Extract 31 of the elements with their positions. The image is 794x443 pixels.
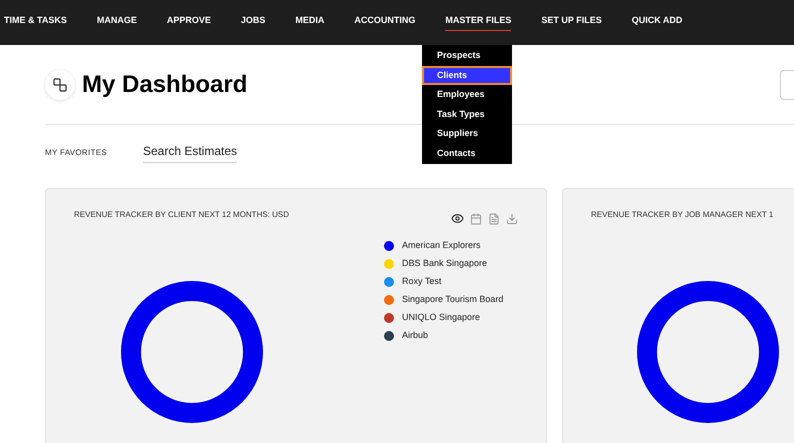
menu-item[interactable]: Clients xyxy=(422,66,512,85)
nav-item[interactable]: MANAGE xyxy=(96,14,137,31)
eye-icon[interactable] xyxy=(451,212,464,225)
menu-item[interactable]: Employees xyxy=(422,85,512,104)
legend-label: Airbub xyxy=(402,329,428,342)
legend-label: Roxy Test xyxy=(402,275,442,288)
menu-item[interactable]: Contacts xyxy=(422,144,512,163)
legend-label: UNIQLO Singapore xyxy=(402,311,480,324)
nav-item[interactable]: SET UP FILES xyxy=(541,14,602,31)
legend-label: American Explorers xyxy=(402,239,481,252)
favorites-label: MY FAVORITES xyxy=(45,146,107,158)
nav-item[interactable]: JOBS xyxy=(240,14,266,31)
document-icon[interactable] xyxy=(488,212,500,224)
download-icon[interactable] xyxy=(506,212,518,224)
chart-title: REVENUE TRACKER BY CLIENT NEXT 12 MONTHS: USD xyxy=(74,209,290,221)
nav-item[interactable]: MASTER FILES xyxy=(445,14,512,31)
favorite-link[interactable]: Search Estimates xyxy=(142,142,238,163)
menu-item[interactable]: Suppliers xyxy=(422,124,512,144)
dashboard-icon[interactable] xyxy=(45,70,75,100)
legend-label: DBS Bank Singapore xyxy=(402,257,488,270)
chart-title: REVENUE TRACKER BY JOB MANAGER NEXT 1 xyxy=(591,209,774,221)
nav-item[interactable]: APPROVE xyxy=(166,14,211,31)
nav-item[interactable]: ACCOUNTING xyxy=(354,14,416,31)
page-title: My Dashboard xyxy=(82,70,248,100)
menu-item[interactable]: Prospects xyxy=(422,46,512,66)
legend-label: Singapore Tourism Board xyxy=(402,293,504,306)
menu-item[interactable]: Task Types xyxy=(422,104,512,124)
nav-item[interactable]: MEDIA xyxy=(295,14,324,31)
calendar-icon[interactable] xyxy=(470,212,482,224)
nav-item[interactable]: QUICK ADD xyxy=(632,14,682,31)
nav-item[interactable]: TIME & TASKS xyxy=(4,14,67,31)
